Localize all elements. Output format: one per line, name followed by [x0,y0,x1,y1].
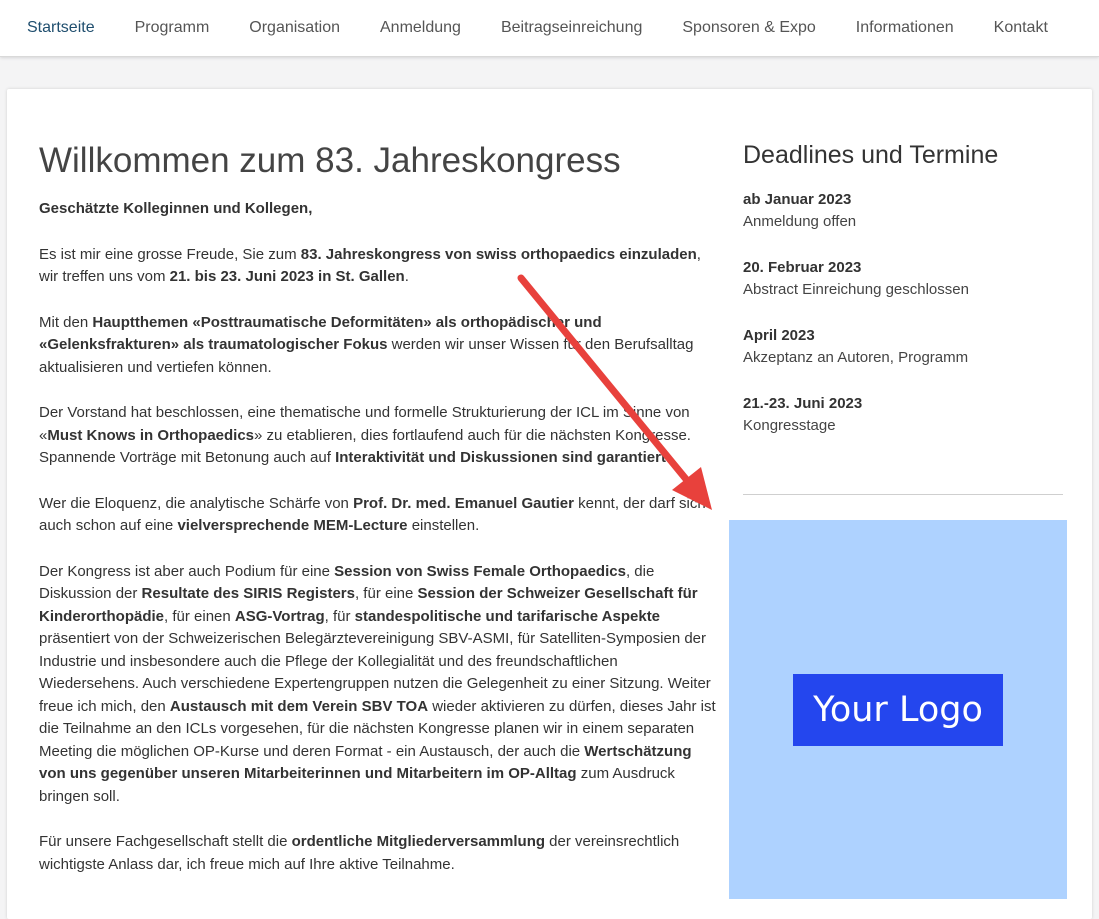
nav-item-startseite[interactable]: Startseite [7,3,115,53]
deadline-item: April 2023 Akzeptanz an Autoren, Programm [743,325,1063,369]
nav-item-sponsoren-expo[interactable]: Sponsoren & Expo [662,3,835,53]
deadline-date: 20. Februar 2023 [743,259,862,276]
bold-text: Resultate des SIRIS Registers [141,585,355,602]
main-content: Willkommen zum 83. Jahreskongress Geschä… [39,139,719,899]
nav-item-kontakt[interactable]: Kontakt [974,3,1068,53]
paragraph: Mit den Hauptthemen «Posttraumatische De… [39,313,694,376]
bold-text: 21. bis 23. Juni 2023 in St. Gallen [169,268,405,285]
deadline-date: 21.-23. Juni 2023 [743,395,863,412]
deadline-item: 21.-23. Juni 2023 Kongresstage [743,393,1063,437]
bold-text: Session von Swiss Female Orthopaedics [334,562,626,580]
nav-item-informationen[interactable]: Informationen [836,3,974,53]
deadline-text: Akzeptanz an Autoren, Programm [743,349,969,366]
sidebar-divider [743,494,1063,495]
welcome-text: Geschätzte Kolleginnen und Kollegen, Es i… [39,198,719,876]
bold-text: 83. Jahreskongress von swiss orthopaedic… [300,245,697,263]
nav-item-organisation[interactable]: Organisation [229,3,360,53]
deadline-date: April 2023 [743,327,815,344]
content-card: Willkommen zum 83. Jahreskongress Geschä… [7,89,1092,919]
deadline-text: Kongresstage [743,417,836,434]
paragraph: Wer die Eloquenz, die analytische Schärf… [39,494,706,535]
deadline-date: ab Januar 2023 [743,191,852,208]
bold-text: Geschätzte Kolleginnen und Kollegen, [39,200,313,217]
deadline-item: 20. Februar 2023 Abstract Einreichung ges… [743,257,1063,301]
bold-text: Must Knows in Orthopaedics [47,426,255,444]
sponsor-logo-placeholder[interactable]: Your Logo [729,520,1067,899]
nav-item-beitragseinreichung[interactable]: Beitragseinreichung [481,3,662,53]
bold-text: Prof. Dr. med. Emanuel Gautier [353,494,574,512]
page-title: Willkommen zum 83. Jahreskongress [39,141,621,180]
top-navigation: Startseite Programm Organisation Anmeldung B… [0,0,1099,57]
bold-text: ASG-Vortrag [234,607,325,625]
paragraph: Für unsere Fachgesellschaft stellt die o… [39,833,680,873]
sidebar-title: Deadlines und Termine [743,141,999,169]
bold-text: standespolitische und tarifarische Aspek… [354,607,661,625]
deadline-text: Anmeldung offen [743,213,857,230]
your-logo-badge: Your Logo [793,673,1003,746]
deadlines-sidebar: Deadlines und Termine ab Januar 2023 Anme… [743,137,1063,461]
deadline-text: Abstract Einreichung geschlossen [743,281,969,298]
bold-text: ordentliche Mitgliederversammlung [291,833,546,850]
paragraph: Der Kongress ist aber auch Podium für ei… [39,562,716,805]
bold-text: vielversprechende MEM-Lecture [177,517,408,534]
paragraph: Der Vorstand hat beschlossen, eine thema… [39,404,691,466]
nav-item-programm[interactable]: Programm [115,3,230,53]
deadline-item: ab Januar 2023 Anmeldung offen [743,189,1063,233]
bold-text: Austausch mit dem Verein SBV TOA [169,697,429,715]
nav-item-anmeldung[interactable]: Anmeldung [360,3,481,53]
paragraph: Es ist mir eine grosse Freude, Sie zum 8… [39,245,701,286]
paragraph: Geschätzte Kolleginnen und Kollegen, [39,198,719,221]
bold-text: Interaktivität und Diskussionen sind gar… [335,449,666,466]
deadline-list: ab Januar 2023 Anmeldung offen 20. Februar… [743,189,1063,437]
